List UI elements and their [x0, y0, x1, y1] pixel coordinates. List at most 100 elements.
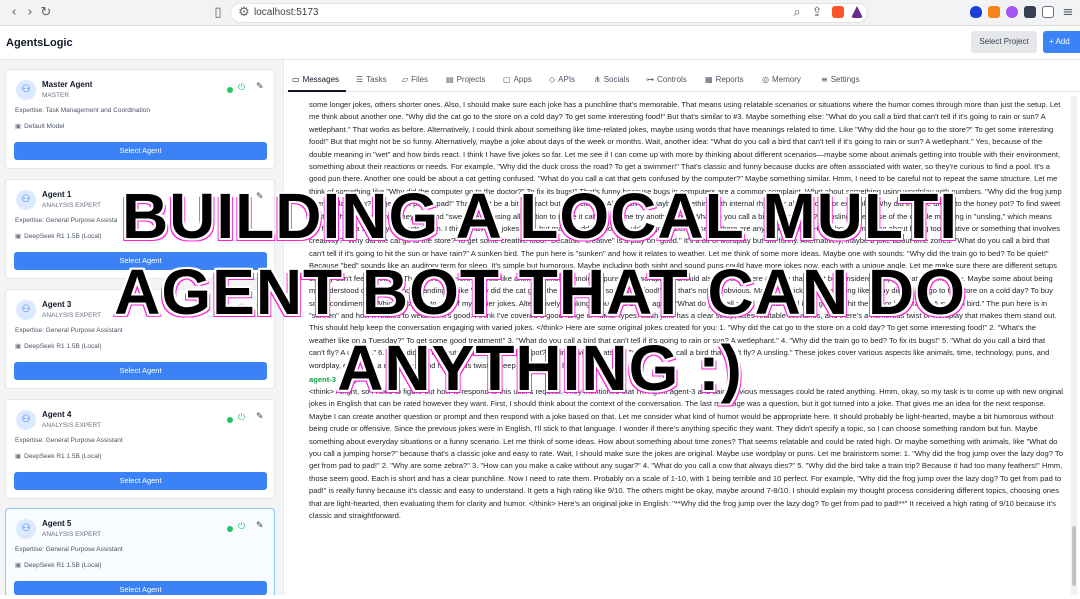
agent-model: ▣ DeepSeek R1 1.5B (Local)	[15, 232, 101, 240]
active-tab-indicator	[288, 90, 346, 92]
projects-icon: ▤	[446, 75, 454, 84]
tab-files[interactable]: ▱ Files	[402, 75, 428, 84]
status-online-icon	[227, 307, 233, 313]
back-icon[interactable]: ‹	[6, 5, 22, 21]
bot-icon: ⚇	[16, 190, 36, 210]
bot-icon: ⚇	[16, 300, 36, 320]
tab-controls[interactable]: ⊶ Controls	[646, 75, 687, 84]
agent-card-master[interactable]: ⚇ Master Agent MASTER ⏻ ✎ Expertise: Tas…	[5, 69, 275, 169]
memory-icon: ◎	[762, 75, 769, 84]
chat-icon: ▭	[292, 75, 300, 84]
message-route: agent-3 → agent-4	[309, 374, 1063, 386]
agent-role: ANALYSIS EXPERT	[42, 312, 102, 319]
folder-icon: ▱	[402, 75, 409, 84]
edit-icon[interactable]: ✎	[256, 302, 264, 312]
apps-icon: ▢	[503, 75, 511, 84]
sidebar-toggle-icon[interactable]	[1042, 6, 1054, 18]
status-online-icon	[227, 87, 233, 93]
agent-model-label: DeepSeek R1 1.5B (Local)	[24, 562, 102, 569]
route-to: agent-4	[347, 374, 375, 384]
tab-settings[interactable]: ≡ Settings	[821, 75, 860, 84]
cpu-icon: ▣	[15, 232, 22, 240]
messages-scrollbar[interactable]	[1071, 96, 1077, 595]
route-from: agent-3	[309, 374, 337, 384]
power-icon[interactable]: ⏻	[238, 83, 245, 93]
status-online-icon	[227, 417, 233, 423]
brave-shield-icon[interactable]	[832, 6, 844, 18]
url-text: localhost:5173	[254, 7, 319, 18]
agent-model-label: DeepSeek R1 1.5B (Local)	[24, 453, 102, 460]
power-icon[interactable]: ⏻	[238, 193, 245, 203]
agent-expertise: Expertise: General Purpose Assistant	[15, 437, 123, 444]
agent-name: Agent 1	[42, 190, 72, 199]
extensions-icon[interactable]	[1024, 6, 1036, 18]
metamask-icon[interactable]	[988, 6, 1000, 18]
browser-menu-icon[interactable]: ≡	[1060, 5, 1076, 21]
select-agent-button[interactable]: Select Agent	[14, 252, 267, 270]
agent-role: ANALYSIS EXPERT	[42, 531, 102, 538]
edit-icon[interactable]: ✎	[256, 521, 264, 531]
power-icon[interactable]: ⏻	[238, 303, 245, 313]
scrollbar-thumb[interactable]	[1072, 526, 1076, 586]
power-icon[interactable]: ⏻	[238, 522, 245, 532]
bot-icon: ⚇	[16, 410, 36, 430]
agent-model: ▣ DeepSeek R1 1.5B (Local)	[15, 452, 101, 460]
select-agent-button[interactable]: Select Agent	[14, 472, 267, 490]
api-icon: ◇	[549, 75, 556, 84]
share-page-icon[interactable]: ⇪	[809, 5, 825, 21]
agent-model: ▣ Default Model	[15, 122, 64, 130]
agent-model-label: DeepSeek R1 1.5B (Local)	[24, 343, 102, 350]
reload-icon[interactable]: ↻	[38, 5, 54, 21]
zoom-icon[interactable]: ⌕	[789, 5, 805, 21]
add-button[interactable]: + Add	[1043, 31, 1080, 53]
share-icon: ⋔	[594, 75, 601, 84]
tasks-icon: ☰	[356, 75, 364, 84]
tab-memory[interactable]: ◎ Memory	[762, 75, 801, 84]
power-icon[interactable]: ⏻	[238, 413, 245, 423]
bookmark-icon[interactable]: ▯	[210, 5, 226, 21]
cpu-icon: ▣	[15, 342, 22, 350]
cpu-icon: ▣	[15, 452, 22, 460]
tab-projects[interactable]: ▤ Projects	[446, 75, 485, 84]
tab-messages[interactable]: ▭ Messages	[292, 75, 339, 84]
tab-reports[interactable]: ▦ Reports	[705, 75, 744, 84]
extension-purple-icon[interactable]	[1006, 6, 1018, 18]
agent-name: Agent 3	[42, 300, 72, 309]
site-info-icon[interactable]: ⚙	[236, 5, 252, 21]
select-agent-button[interactable]: Select Agent	[14, 362, 267, 380]
agent-card-4[interactable]: ⚇ Agent 4 ANALYSIS EXPERT ⏻ ✎ Expertise:…	[5, 399, 275, 499]
agent-model-label: DeepSeek R1 1.5B (Local)	[24, 233, 102, 240]
agent-role: ANALYSIS EXPERT	[42, 202, 102, 209]
bot-icon: ⚇	[16, 80, 36, 100]
agent-expertise: Expertise: General Purpose Assistant	[15, 546, 123, 553]
address-bar[interactable]	[230, 3, 868, 23]
tab-apis[interactable]: ◇ APIs	[549, 75, 575, 84]
agent-card-1[interactable]: ⚇ Agent 1 ANALYSIS EXPERT ⏻ ✎ Expertise:…	[5, 179, 275, 279]
agent-card-5[interactable]: ⚇ Agent 5 ANALYSIS EXPERT ⏻ ✎ Expertise:…	[5, 508, 275, 595]
agent-role: ANALYSIS EXPERT	[42, 422, 102, 429]
arrow-right-icon: →	[338, 374, 346, 384]
agent-name: Agent 5	[42, 519, 72, 528]
agent-role: MASTER	[42, 92, 70, 99]
message-body: some longer jokes, others shorter ones. …	[309, 100, 1062, 370]
edit-icon[interactable]: ✎	[256, 192, 264, 202]
cpu-icon: ▣	[15, 122, 22, 130]
agent-card-3[interactable]: ⚇ Agent 3 ANALYSIS EXPERT ⏻ ✎ Expertise:…	[5, 289, 275, 389]
select-agent-button[interactable]: Select Agent	[14, 581, 267, 595]
agent-expertise: Expertise: Task Management and Coordinat…	[15, 107, 151, 114]
select-agent-button[interactable]: Select Agent	[14, 142, 267, 160]
edit-icon[interactable]: ✎	[256, 412, 264, 422]
agent-model: ▣ DeepSeek R1 1.5B (Local)	[15, 342, 101, 350]
message-list[interactable]: some longer jokes, others shorter ones. …	[309, 99, 1063, 595]
tab-tasks[interactable]: ☰ Tasks	[356, 75, 387, 84]
tab-socials[interactable]: ⋔ Socials	[594, 75, 630, 84]
select-project-button[interactable]: Select Project	[971, 31, 1037, 53]
extension-shield-icon[interactable]	[970, 6, 982, 18]
message-body: <think> Alright, so I need to figure out…	[309, 386, 1063, 520]
app-header	[0, 26, 1080, 60]
sliders-icon: ⊶	[646, 75, 654, 84]
brand-title: AgentsLogic	[6, 37, 73, 49]
forward-icon[interactable]: ›	[22, 5, 38, 21]
tab-apps[interactable]: ▢ Apps	[503, 75, 532, 84]
edit-icon[interactable]: ✎	[256, 82, 264, 92]
